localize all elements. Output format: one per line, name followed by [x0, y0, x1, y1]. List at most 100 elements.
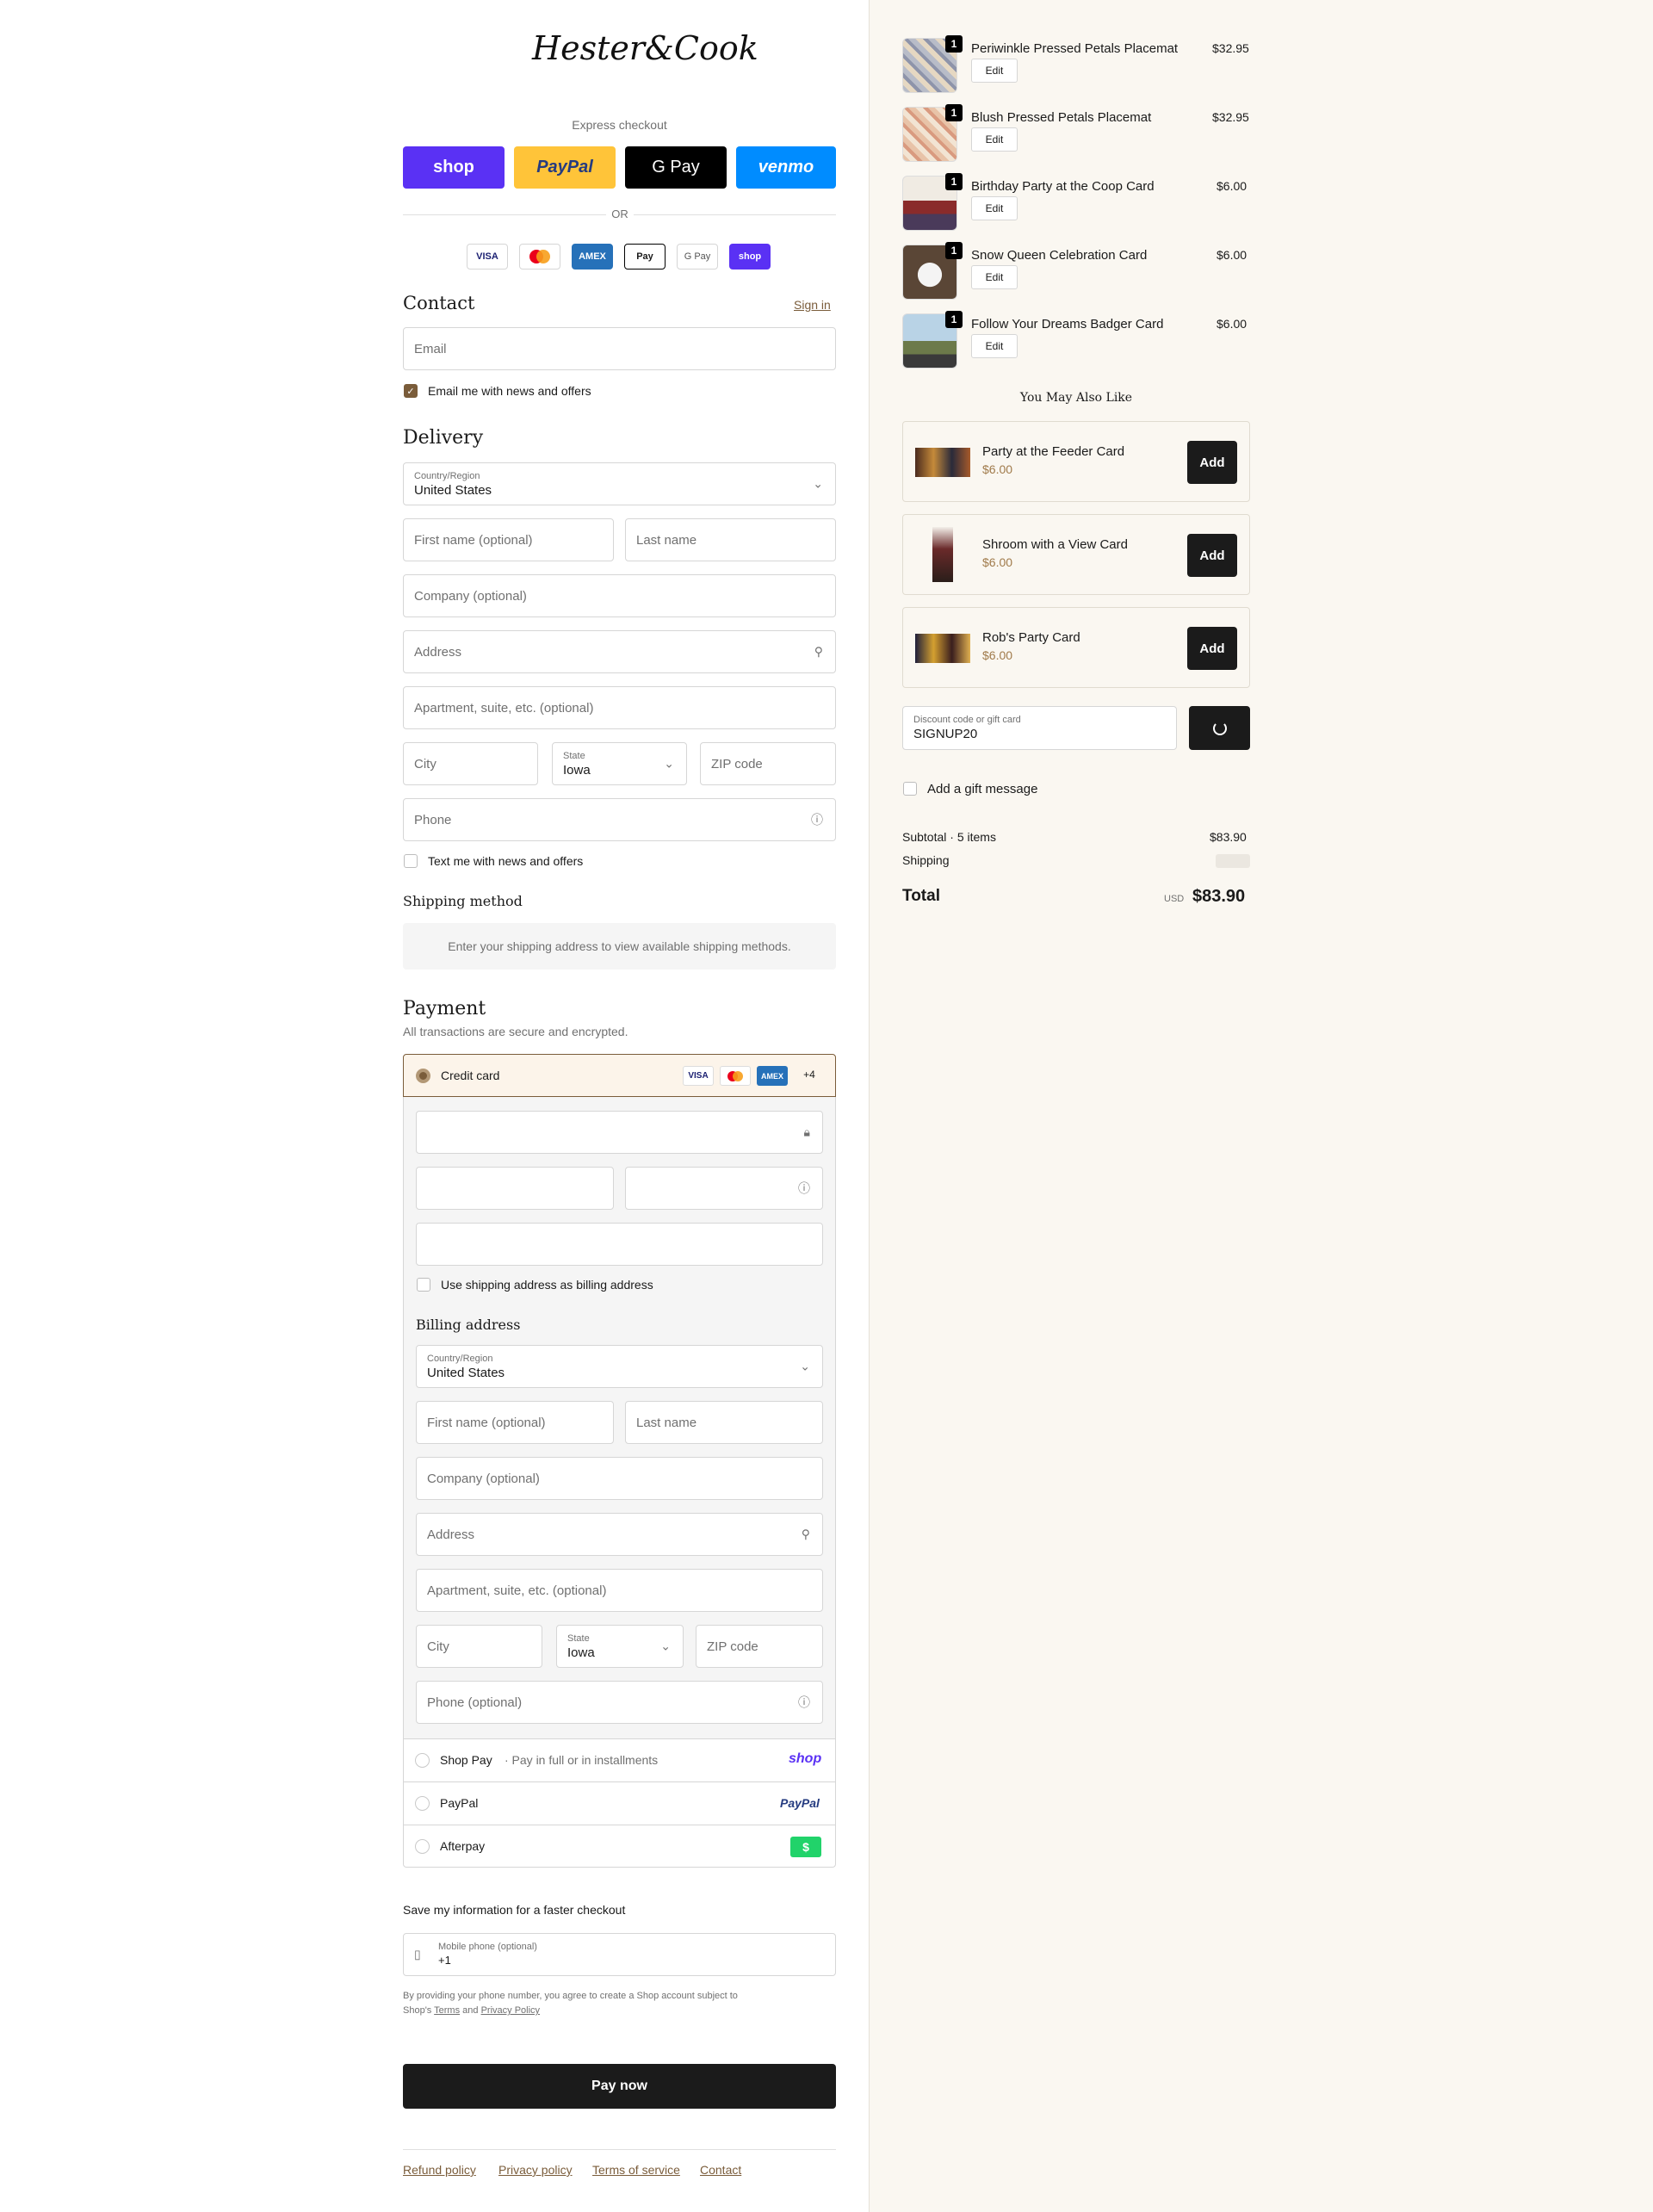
billing-same-checkbox[interactable] [417, 1278, 430, 1292]
terms-of-service-link[interactable]: Terms of service [592, 2163, 680, 2177]
apartment-field[interactable]: Apartment, suite, etc. (optional) [403, 686, 836, 729]
mobile-phone-field[interactable]: ▯ Mobile phone (optional) +1 [403, 1933, 836, 1976]
shop-pay-express-button[interactable]: shop [403, 146, 505, 189]
last-name-field[interactable]: Last name [625, 518, 836, 561]
billing-same-label: Use shipping address as billing address [441, 1278, 653, 1292]
upsell-heading: You May Also Like [1019, 391, 1133, 405]
edit-button[interactable]: Edit [971, 196, 1018, 220]
billing-first-name-field[interactable]: First name (optional) [416, 1401, 614, 1444]
billing-state-select[interactable]: State Iowa ⌄ [556, 1625, 684, 1668]
cart-item-name: Follow Your Dreams Badger Card [971, 317, 1164, 331]
zip-field[interactable]: ZIP code [700, 742, 836, 785]
billing-last-name-field[interactable]: Last name [625, 1401, 823, 1444]
terms-link[interactable]: Terms [434, 2005, 460, 2016]
expiration-field[interactable] [416, 1167, 614, 1210]
search-icon: ⚲ [814, 644, 823, 659]
billing-apartment-field[interactable]: Apartment, suite, etc. (optional) [416, 1569, 823, 1612]
currency-label: USD [1164, 894, 1185, 904]
add-button[interactable]: Add [1187, 441, 1237, 484]
billing-city-field[interactable]: City [416, 1625, 542, 1668]
or-divider-line-left [403, 214, 606, 215]
country-select[interactable]: Country/Region United States ⌄ [403, 462, 836, 505]
privacy-policy-footer-link[interactable]: Privacy policy [498, 2163, 573, 2177]
text-news-checkbox[interactable] [404, 854, 418, 868]
apply-discount-button[interactable] [1189, 706, 1250, 750]
shop-pay-logo-icon: shop [789, 1751, 822, 1766]
afterpay-radio[interactable] [415, 1839, 430, 1854]
checkout-main: Hester&Cook Express checkout shop PayPal… [0, 0, 869, 2212]
cart-item-name: Snow Queen Celebration Card [971, 248, 1148, 263]
edit-button[interactable]: Edit [971, 334, 1018, 358]
brand-logo[interactable]: Hester&Cook [532, 29, 758, 67]
total-label: Total [902, 887, 940, 905]
add-button[interactable]: Add [1187, 534, 1237, 577]
paypal-radio[interactable] [415, 1796, 430, 1811]
address-field[interactable]: Address ⚲ [403, 630, 836, 673]
billing-country-select[interactable]: Country/Region United States ⌄ [416, 1345, 823, 1388]
apple-pay-icon: Pay [624, 244, 666, 270]
quantity-badge: 1 [945, 104, 963, 121]
amex-icon: AMEX [572, 244, 613, 270]
billing-zip-field[interactable]: ZIP code [696, 1625, 823, 1668]
express-checkout-title: Express checkout [572, 118, 667, 132]
email-news-label: Email me with news and offers [428, 384, 591, 398]
search-icon: ⚲ [801, 1527, 810, 1541]
billing-phone-field[interactable]: Phone (optional) ⓘ [416, 1681, 823, 1724]
credit-card-label: Credit card [441, 1069, 500, 1082]
help-icon[interactable]: ⓘ [811, 811, 823, 828]
card-number-field[interactable]: 🔒︎ [416, 1111, 823, 1154]
text-news-label: Text me with news and offers [428, 854, 584, 868]
shipping-method-heading: Shipping method [403, 893, 523, 909]
billing-address-field[interactable]: Address ⚲ [416, 1513, 823, 1556]
cart-item-price: $32.95 [1212, 110, 1249, 124]
pay-now-button[interactable]: Pay now [403, 2064, 836, 2109]
credit-card-option[interactable]: Credit card VISA AMEX +4 [403, 1054, 836, 1097]
afterpay-logo-icon: $ [790, 1837, 821, 1857]
payment-subtitle: All transactions are secure and encrypte… [403, 1025, 628, 1038]
edit-button[interactable]: Edit [971, 127, 1018, 152]
privacy-policy-link[interactable]: Privacy Policy [481, 2005, 540, 2016]
first-name-field[interactable]: First name (optional) [403, 518, 614, 561]
city-field[interactable]: City [403, 742, 538, 785]
edit-button[interactable]: Edit [971, 59, 1018, 83]
payment-heading: Payment [403, 998, 486, 1019]
edit-button[interactable]: Edit [971, 265, 1018, 289]
gift-message-checkbox[interactable] [903, 782, 917, 796]
email-news-checkbox[interactable]: ✓ [404, 384, 418, 398]
contact-link[interactable]: Contact [700, 2163, 741, 2177]
phone-field[interactable]: Phone ⓘ [403, 798, 836, 841]
sign-in-link[interactable]: Sign in [794, 298, 831, 312]
upsell-name: Party at the Feeder Card [982, 444, 1125, 459]
refund-policy-link[interactable]: Refund policy [403, 2163, 476, 2177]
billing-company-field[interactable]: Company (optional) [416, 1457, 823, 1500]
venmo-express-button[interactable]: venmo [736, 146, 836, 189]
afterpay-label: Afterpay [440, 1839, 486, 1853]
google-pay-icon: G Pay [677, 244, 718, 270]
quantity-badge: 1 [945, 311, 963, 328]
email-field[interactable]: Email [403, 327, 836, 370]
company-field[interactable]: Company (optional) [403, 574, 836, 617]
shop-disclaimer-line-1: By providing your phone number, you agre… [403, 1991, 738, 2001]
paypal-express-button[interactable]: PayPal [514, 146, 616, 189]
gift-message-label: Add a gift message [927, 782, 1038, 796]
afterpay-option[interactable]: Afterpay $ [403, 1825, 836, 1868]
mastercard-icon [720, 1066, 751, 1086]
upsell-name: Shroom with a View Card [982, 537, 1128, 552]
shop-pay-option[interactable]: Shop Pay · Pay in full or in installment… [403, 1738, 836, 1781]
shop-pay-radio[interactable] [415, 1753, 430, 1768]
paypal-option[interactable]: PayPal PayPal [403, 1781, 836, 1825]
security-code-field[interactable]: ⓘ [625, 1167, 823, 1210]
cart-item-price: $6.00 [1217, 317, 1247, 331]
shop-pay-label: Shop Pay [440, 1753, 492, 1767]
google-pay-express-button[interactable]: G Pay [625, 146, 727, 189]
quantity-badge: 1 [945, 173, 963, 190]
name-on-card-field[interactable] [416, 1223, 823, 1266]
help-icon[interactable]: ⓘ [798, 1180, 810, 1197]
state-select[interactable]: State Iowa ⌄ [552, 742, 687, 785]
help-icon[interactable]: ⓘ [798, 1694, 810, 1711]
chevron-down-icon: ⌄ [660, 1639, 671, 1653]
credit-card-radio[interactable] [416, 1069, 430, 1083]
discount-code-field[interactable]: Discount code or gift card SIGNUP20 [902, 706, 1177, 750]
mastercard-icon [519, 244, 560, 270]
add-button[interactable]: Add [1187, 627, 1237, 670]
